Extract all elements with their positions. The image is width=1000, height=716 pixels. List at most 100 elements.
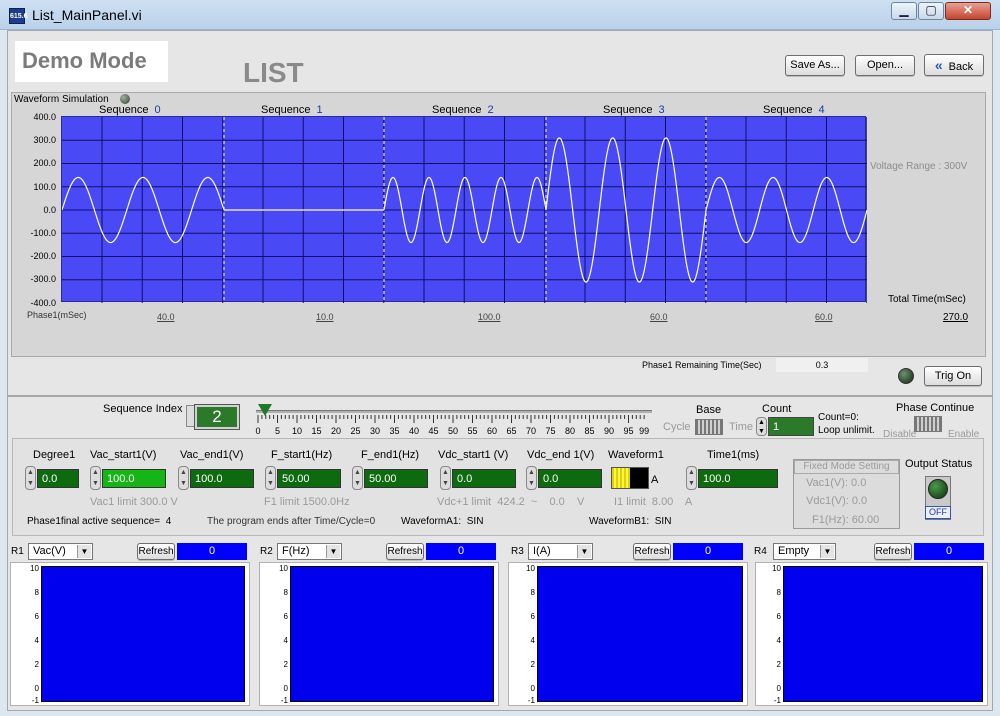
segment-time-label[interactable]: 60.0 [650,312,668,322]
trigger-led [898,368,914,384]
minimize-button[interactable]: ▁ [891,2,917,20]
waveform-simulation-led[interactable] [120,94,130,104]
monitor-y-tick-label: 4 [34,636,39,645]
chevron-down-icon: ▼ [577,545,591,558]
monitor-r2-plot[interactable] [290,566,494,702]
monitor-y-tick-label: 8 [530,588,535,597]
y-tick-label: 300.0 [33,135,56,146]
base-label: Base [696,404,722,416]
count-field[interactable]: 1 [768,417,814,436]
monitor-y-tick-label: 2 [530,660,535,669]
sequence-slider-track[interactable] [256,410,652,413]
y-tick-label: -100.0 [30,228,56,238]
monitor-y-tick-label: 10 [526,564,535,573]
f-start1-stepper[interactable]: ▲ ▼ [265,466,276,490]
segment-time-label[interactable]: 10.0 [316,312,334,322]
sequence-label-text: Sequence [99,104,149,116]
monitor-y-tick-label: 8 [34,588,39,597]
app-icon: 615.6 [9,8,28,24]
page-title: LIST [243,57,304,88]
slider-tick-label: 95 [623,426,634,436]
monitor-y-tick-label: 10 [30,564,39,573]
count-note-line1: Count=0: [818,412,859,423]
chevron-down-icon: ▼ [820,545,834,558]
final-seq-value: 4 [165,516,172,527]
degree1-field[interactable]: 0.0 [37,469,79,488]
monitor-r2-select[interactable]: F(Hz) ▼ [277,543,342,560]
monitor-r4-refresh-button[interactable]: Refresh [874,543,912,560]
monitor-r2-label: R2 [260,546,273,557]
monitor-r1-label: R1 [11,546,24,557]
f-start1-field[interactable]: 50.00 [277,469,341,488]
monitor-r3-plot[interactable] [537,566,743,702]
sequence-index-stepper[interactable] [186,405,195,427]
vdc-start1-field[interactable]: 0.0 [452,469,516,488]
open-button[interactable]: Open... [855,55,915,76]
monitor-r1-plot[interactable] [41,566,245,702]
vdc-end1-stepper[interactable]: ▲ ▼ [526,466,537,490]
slider-tick-label: 60 [486,426,497,436]
waveform1-switch-indicator [612,468,630,488]
monitor-y-tick-label: 10 [772,564,781,573]
sequence-index-field[interactable]: 2 [194,404,240,430]
final-active-sequence: Phase1final active sequence= 4 [27,516,171,527]
time1-field[interactable]: 100.0 [698,469,778,488]
monitor-r1-select[interactable]: Vac(V) ▼ [28,543,93,560]
phase-continue-toggle[interactable] [914,416,942,432]
slider-tick-label: 90 [603,426,614,436]
f-end1-field[interactable]: 50.00 [364,469,428,488]
monitor-y-tick-label: 8 [776,588,781,597]
vac-end1-field[interactable]: 100.0 [190,469,254,488]
f-end1-stepper[interactable]: ▲ ▼ [352,466,363,490]
monitor-y-tick-label: -1 [773,696,781,705]
monitor-r3-refresh-button[interactable]: Refresh [633,543,671,560]
y-tick-label: 400.0 [33,112,56,122]
trig-on-button[interactable]: Trig On [924,366,982,386]
back-button-label: Back [948,61,974,73]
vac-start1-stepper[interactable]: ▲ ▼ [90,466,101,490]
fixed-vac: Vac1(V): 0.0 [806,477,867,489]
f-start1-label: F_start1(Hz) [271,449,333,461]
monitor-r4-plot[interactable] [783,566,983,702]
monitor-r4-label: R4 [754,546,767,557]
waveform-a1: WaveformA1: SIN [401,516,483,527]
close-button[interactable]: ✕ [945,2,991,20]
vdc-start1-stepper[interactable]: ▲ ▼ [440,466,451,490]
monitor-r1-refresh-button[interactable]: Refresh [137,543,175,560]
vdc-end1-field[interactable]: 0.0 [538,469,602,488]
waveform-a1-value: SIN [466,516,484,527]
vac1-limit: Vac1 limit 300.0 V [90,496,178,508]
window-titlebar[interactable] [0,0,1000,30]
count-stepper[interactable]: ▲ ▼ [756,417,767,436]
sequence-slider-ticks [257,415,645,423]
maximize-button[interactable]: ▢ [918,2,944,20]
output-off-button[interactable]: OFF [925,506,951,519]
voltage-range-label: Voltage Range : 300V [870,161,968,172]
save-as-button[interactable]: Save As... [785,55,845,76]
time1-stepper[interactable]: ▲ ▼ [686,466,697,490]
slider-tick-label: 0 [255,426,261,436]
base-toggle[interactable] [695,419,723,435]
segment-time-label[interactable]: 60.0 [815,312,833,322]
degree1-stepper[interactable]: ▲ ▼ [25,466,36,490]
monitor-r4-select[interactable]: Empty ▼ [773,543,836,560]
vac-start1-field[interactable]: 100.0 [102,469,166,488]
chevron-down-icon: ▼ [77,545,91,558]
waveform-plot[interactable] [61,116,867,303]
monitor-r2-refresh-button[interactable]: Refresh [386,543,424,560]
sequence-label-text: Sequence [603,104,653,116]
back-button[interactable]: « Back [924,54,984,76]
vac-end1-stepper[interactable]: ▲ ▼ [178,466,189,490]
segment-time-label[interactable]: 40.0 [157,312,175,322]
waveform1-value: A [651,474,659,486]
slider-tick-label: 65 [506,426,517,436]
output-status-label: Output Status [905,458,973,470]
waveform1-label: Waveform1 [608,449,664,461]
monitor-r1-value: 0 [177,543,247,560]
chevron-down-icon: ▼ [326,545,340,558]
fixed-f: F1(Hz): 60.00 [812,514,880,526]
segment-time-label[interactable]: 100.0 [478,312,501,322]
degree1-label: Degree1 [33,449,76,461]
phase-continue-label: Phase Continue [896,402,975,414]
monitor-r3-select[interactable]: I(A) ▼ [528,543,593,560]
